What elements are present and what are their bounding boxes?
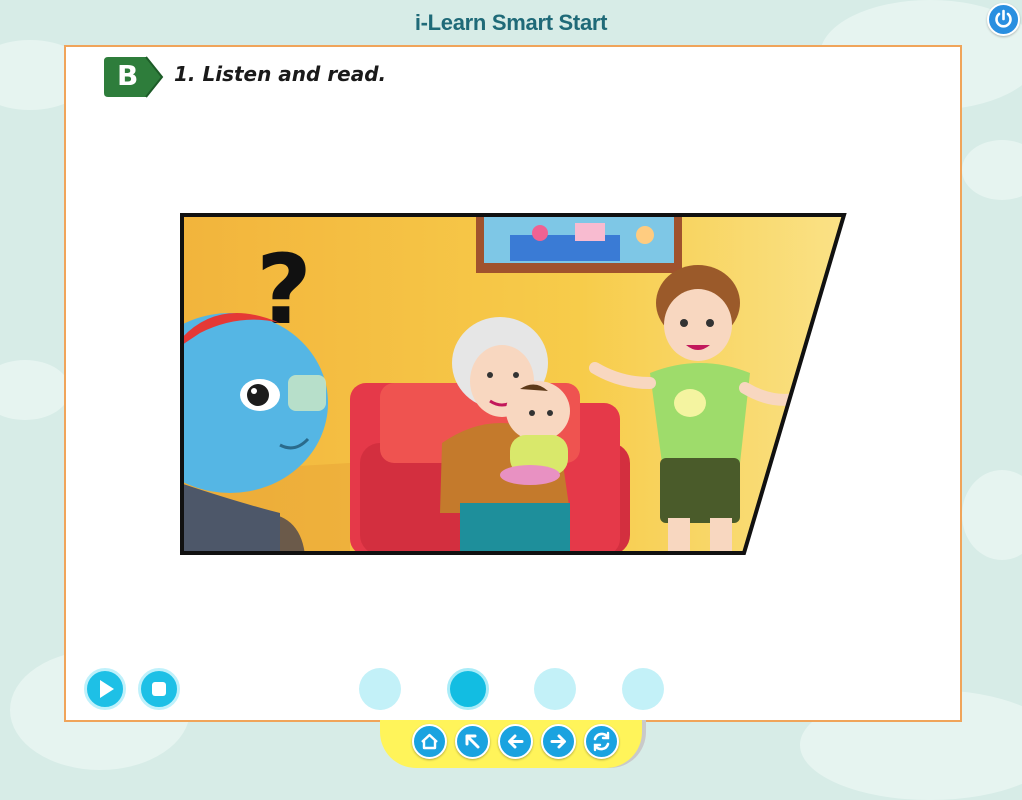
section-letter: B <box>117 59 139 92</box>
power-button[interactable] <box>987 3 1020 36</box>
previous-page-button[interactable] <box>498 724 533 759</box>
app-title: i-Learn Smart Start <box>414 10 608 35</box>
page-dot-4[interactable] <box>622 668 664 710</box>
instruction-text: 1. Listen and read. <box>174 62 387 86</box>
background-cloud <box>962 470 1022 560</box>
page-dot-2-current[interactable] <box>447 668 489 710</box>
background-cloud <box>962 140 1022 200</box>
play-button[interactable] <box>84 668 126 710</box>
play-icon <box>100 680 114 698</box>
section-badge: B <box>102 55 164 103</box>
home-button[interactable] <box>412 724 447 759</box>
right-arrow-icon <box>550 734 566 749</box>
stop-button[interactable] <box>138 668 180 710</box>
page-dot-1[interactable] <box>359 668 401 710</box>
power-icon <box>995 9 1012 28</box>
lesson-panel: B 1. Listen and read. ? <box>64 45 962 722</box>
refresh-button[interactable] <box>584 724 619 759</box>
back-button[interactable] <box>455 724 490 759</box>
home-icon <box>421 733 438 750</box>
back-arrow-icon <box>465 734 480 749</box>
refresh-icon <box>593 731 610 752</box>
background-cloud <box>0 360 70 420</box>
page-dot-3[interactable] <box>534 668 576 710</box>
stop-icon <box>152 682 166 696</box>
next-page-button[interactable] <box>541 724 576 759</box>
story-illustration: ? <box>180 213 847 555</box>
left-arrow-icon <box>508 734 524 749</box>
wall-picture <box>476 215 682 273</box>
